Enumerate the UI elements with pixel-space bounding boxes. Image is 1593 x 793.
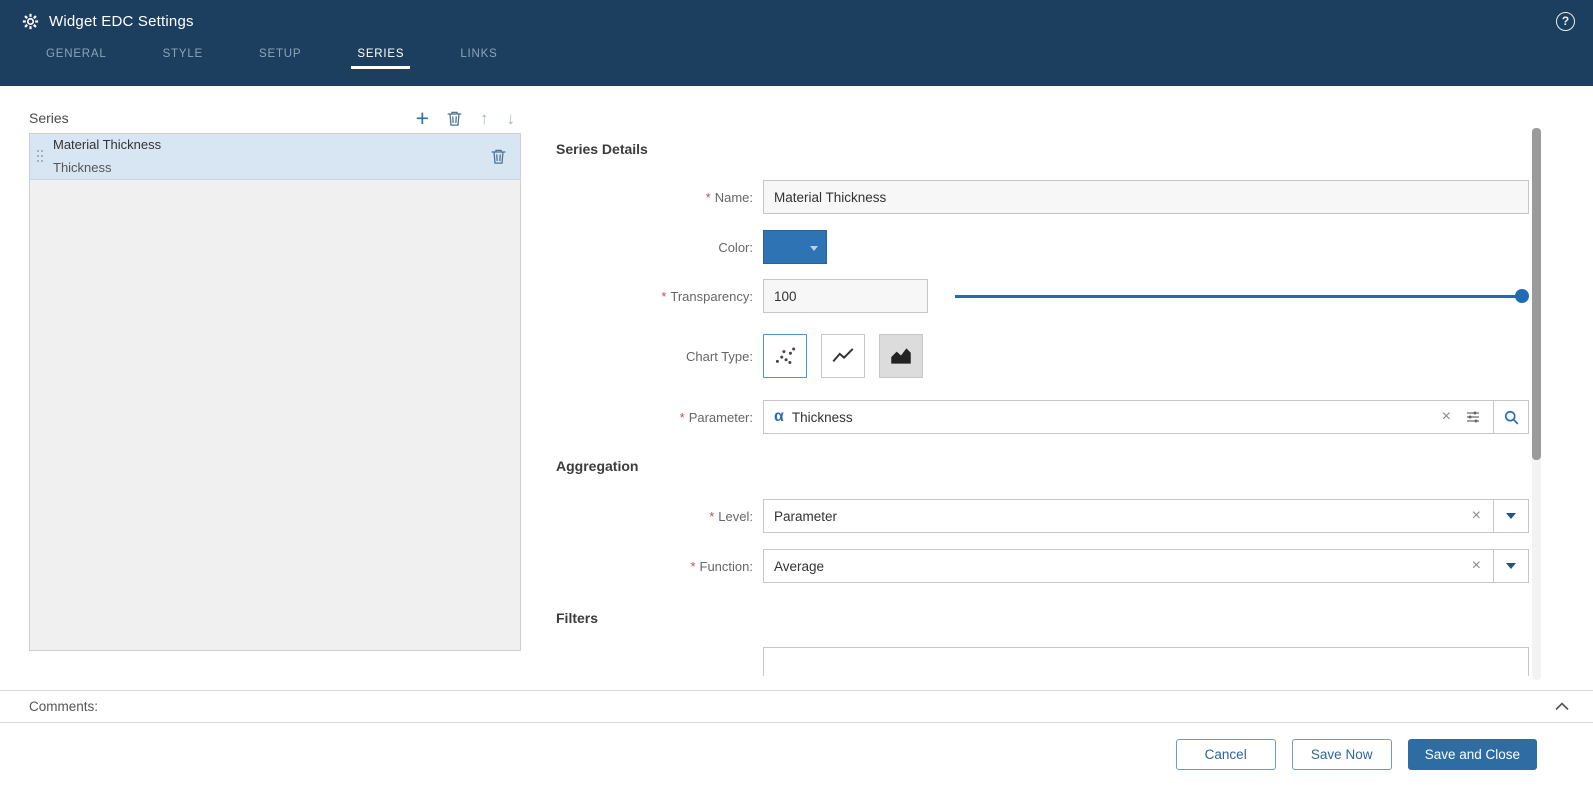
required-marker: * [661,289,666,304]
series-toolbar: + ↑ ↓ [416,107,521,130]
scatter-chart-icon [772,343,798,369]
transparency-label: *Transparency: [556,289,753,304]
function-value: Average [774,559,824,574]
chevron-up-icon [1555,702,1569,711]
dialog-footer: Cancel Save Now Save and Close [1176,739,1537,770]
function-dropdown-button[interactable] [1493,549,1529,583]
parameter-alpha-icon: α [774,408,784,426]
chart-type-scatter-button[interactable] [763,334,807,378]
transparency-row: *Transparency: [556,279,1529,313]
series-panel-title: Series [29,110,69,126]
series-details-heading: Series Details [556,141,648,157]
trash-icon [447,110,462,127]
settings-gear-icon [22,13,39,30]
clear-function-icon[interactable]: × [1472,558,1481,574]
series-list: Material Thickness Thickness [29,133,521,651]
trash-icon [491,148,506,165]
dialog-header: Widget EDC Settings ? GENERAL STYLE SETU… [0,0,1593,86]
required-marker: * [706,190,711,205]
tab-links[interactable]: LINKS [454,42,503,69]
dropdown-caret-icon [1506,513,1516,519]
series-panel-header: Series + ↑ ↓ [29,103,521,133]
color-label: Color: [556,240,753,255]
tab-series[interactable]: SERIES [351,42,410,69]
clear-level-icon[interactable]: × [1472,508,1481,524]
required-marker: * [690,559,695,574]
area-chart-icon [888,343,914,369]
tab-setup[interactable]: SETUP [253,42,307,69]
add-series-button[interactable]: + [416,107,429,130]
function-label: *Function: [556,559,753,574]
filter-options-icon[interactable] [1465,409,1481,425]
chart-type-area-button[interactable] [879,334,923,378]
required-marker: * [709,509,714,524]
level-dropdown[interactable]: Parameter × [763,499,1529,533]
parameter-field[interactable]: α Thickness × [763,400,1529,434]
chevron-down-icon [810,246,818,251]
move-series-down-button[interactable]: ↓ [507,110,516,127]
comments-bar: Comments: [0,690,1593,723]
level-value: Parameter [774,509,837,524]
drag-handle-icon[interactable] [37,150,45,163]
save-now-button[interactable]: Save Now [1292,739,1392,770]
transparency-input[interactable] [763,279,928,313]
delete-series-button[interactable] [447,110,462,127]
chart-type-row: Chart Type: [556,334,1529,378]
tab-style[interactable]: STYLE [157,42,209,69]
slider-track [955,295,1521,298]
color-swatch[interactable] [763,230,827,264]
parameter-search-button[interactable] [1493,400,1529,434]
tab-general[interactable]: GENERAL [40,42,113,69]
series-panel: Series + ↑ ↓ Material Thickness [29,103,521,651]
name-label: *Name: [556,190,753,205]
transparency-slider-thumb[interactable] [1515,289,1529,303]
level-dropdown-button[interactable] [1493,499,1529,533]
form-scrollbar[interactable] [1532,128,1541,680]
chart-type-label: Chart Type: [556,349,753,364]
parameter-value: Thickness [792,410,853,425]
form-scrollbar-thumb[interactable] [1532,128,1541,460]
aggregation-heading: Aggregation [556,458,638,474]
chart-type-line-button[interactable] [821,334,865,378]
series-item-text: Material Thickness Thickness [53,134,161,180]
parameter-label: *Parameter: [556,410,753,425]
level-row: *Level: Parameter × [556,499,1529,533]
required-marker: * [680,410,685,425]
cancel-button[interactable]: Cancel [1176,739,1276,770]
clear-parameter-icon[interactable]: × [1442,409,1451,425]
dropdown-caret-icon [1506,563,1516,569]
collapse-comments-button[interactable] [1551,698,1573,715]
parameter-row: *Parameter: α Thickness × [556,400,1529,434]
series-item-name: Material Thickness [53,134,161,157]
filters-heading: Filters [556,610,598,626]
series-list-item[interactable]: Material Thickness Thickness [30,134,520,180]
function-dropdown[interactable]: Average × [763,549,1529,583]
transparency-slider[interactable] [955,288,1529,304]
help-icon[interactable]: ? [1556,12,1575,31]
color-row: Color: [556,230,1529,264]
widget-edc-settings-dialog: Widget EDC Settings ? GENERAL STYLE SETU… [0,0,1593,793]
settings-tabs: GENERAL STYLE SETUP SERIES LINKS [0,42,1593,69]
move-series-up-button[interactable]: ↑ [480,110,489,127]
search-icon [1503,409,1520,426]
delete-series-item-button[interactable] [489,146,508,167]
dialog-title-bar: Widget EDC Settings ? [0,0,1593,42]
level-label: *Level: [556,509,753,524]
series-details-form: Series Details *Name: Color: *Transparen… [556,128,1529,676]
name-input[interactable] [763,180,1529,214]
dialog-title: Widget EDC Settings [49,13,194,30]
save-and-close-button[interactable]: Save and Close [1408,739,1537,770]
name-row: *Name: [556,180,1529,214]
comments-label: Comments: [29,699,98,714]
filters-field[interactable] [763,647,1529,676]
series-item-parameter: Thickness [53,157,161,180]
line-chart-icon [830,343,856,369]
function-row: *Function: Average × [556,549,1529,583]
